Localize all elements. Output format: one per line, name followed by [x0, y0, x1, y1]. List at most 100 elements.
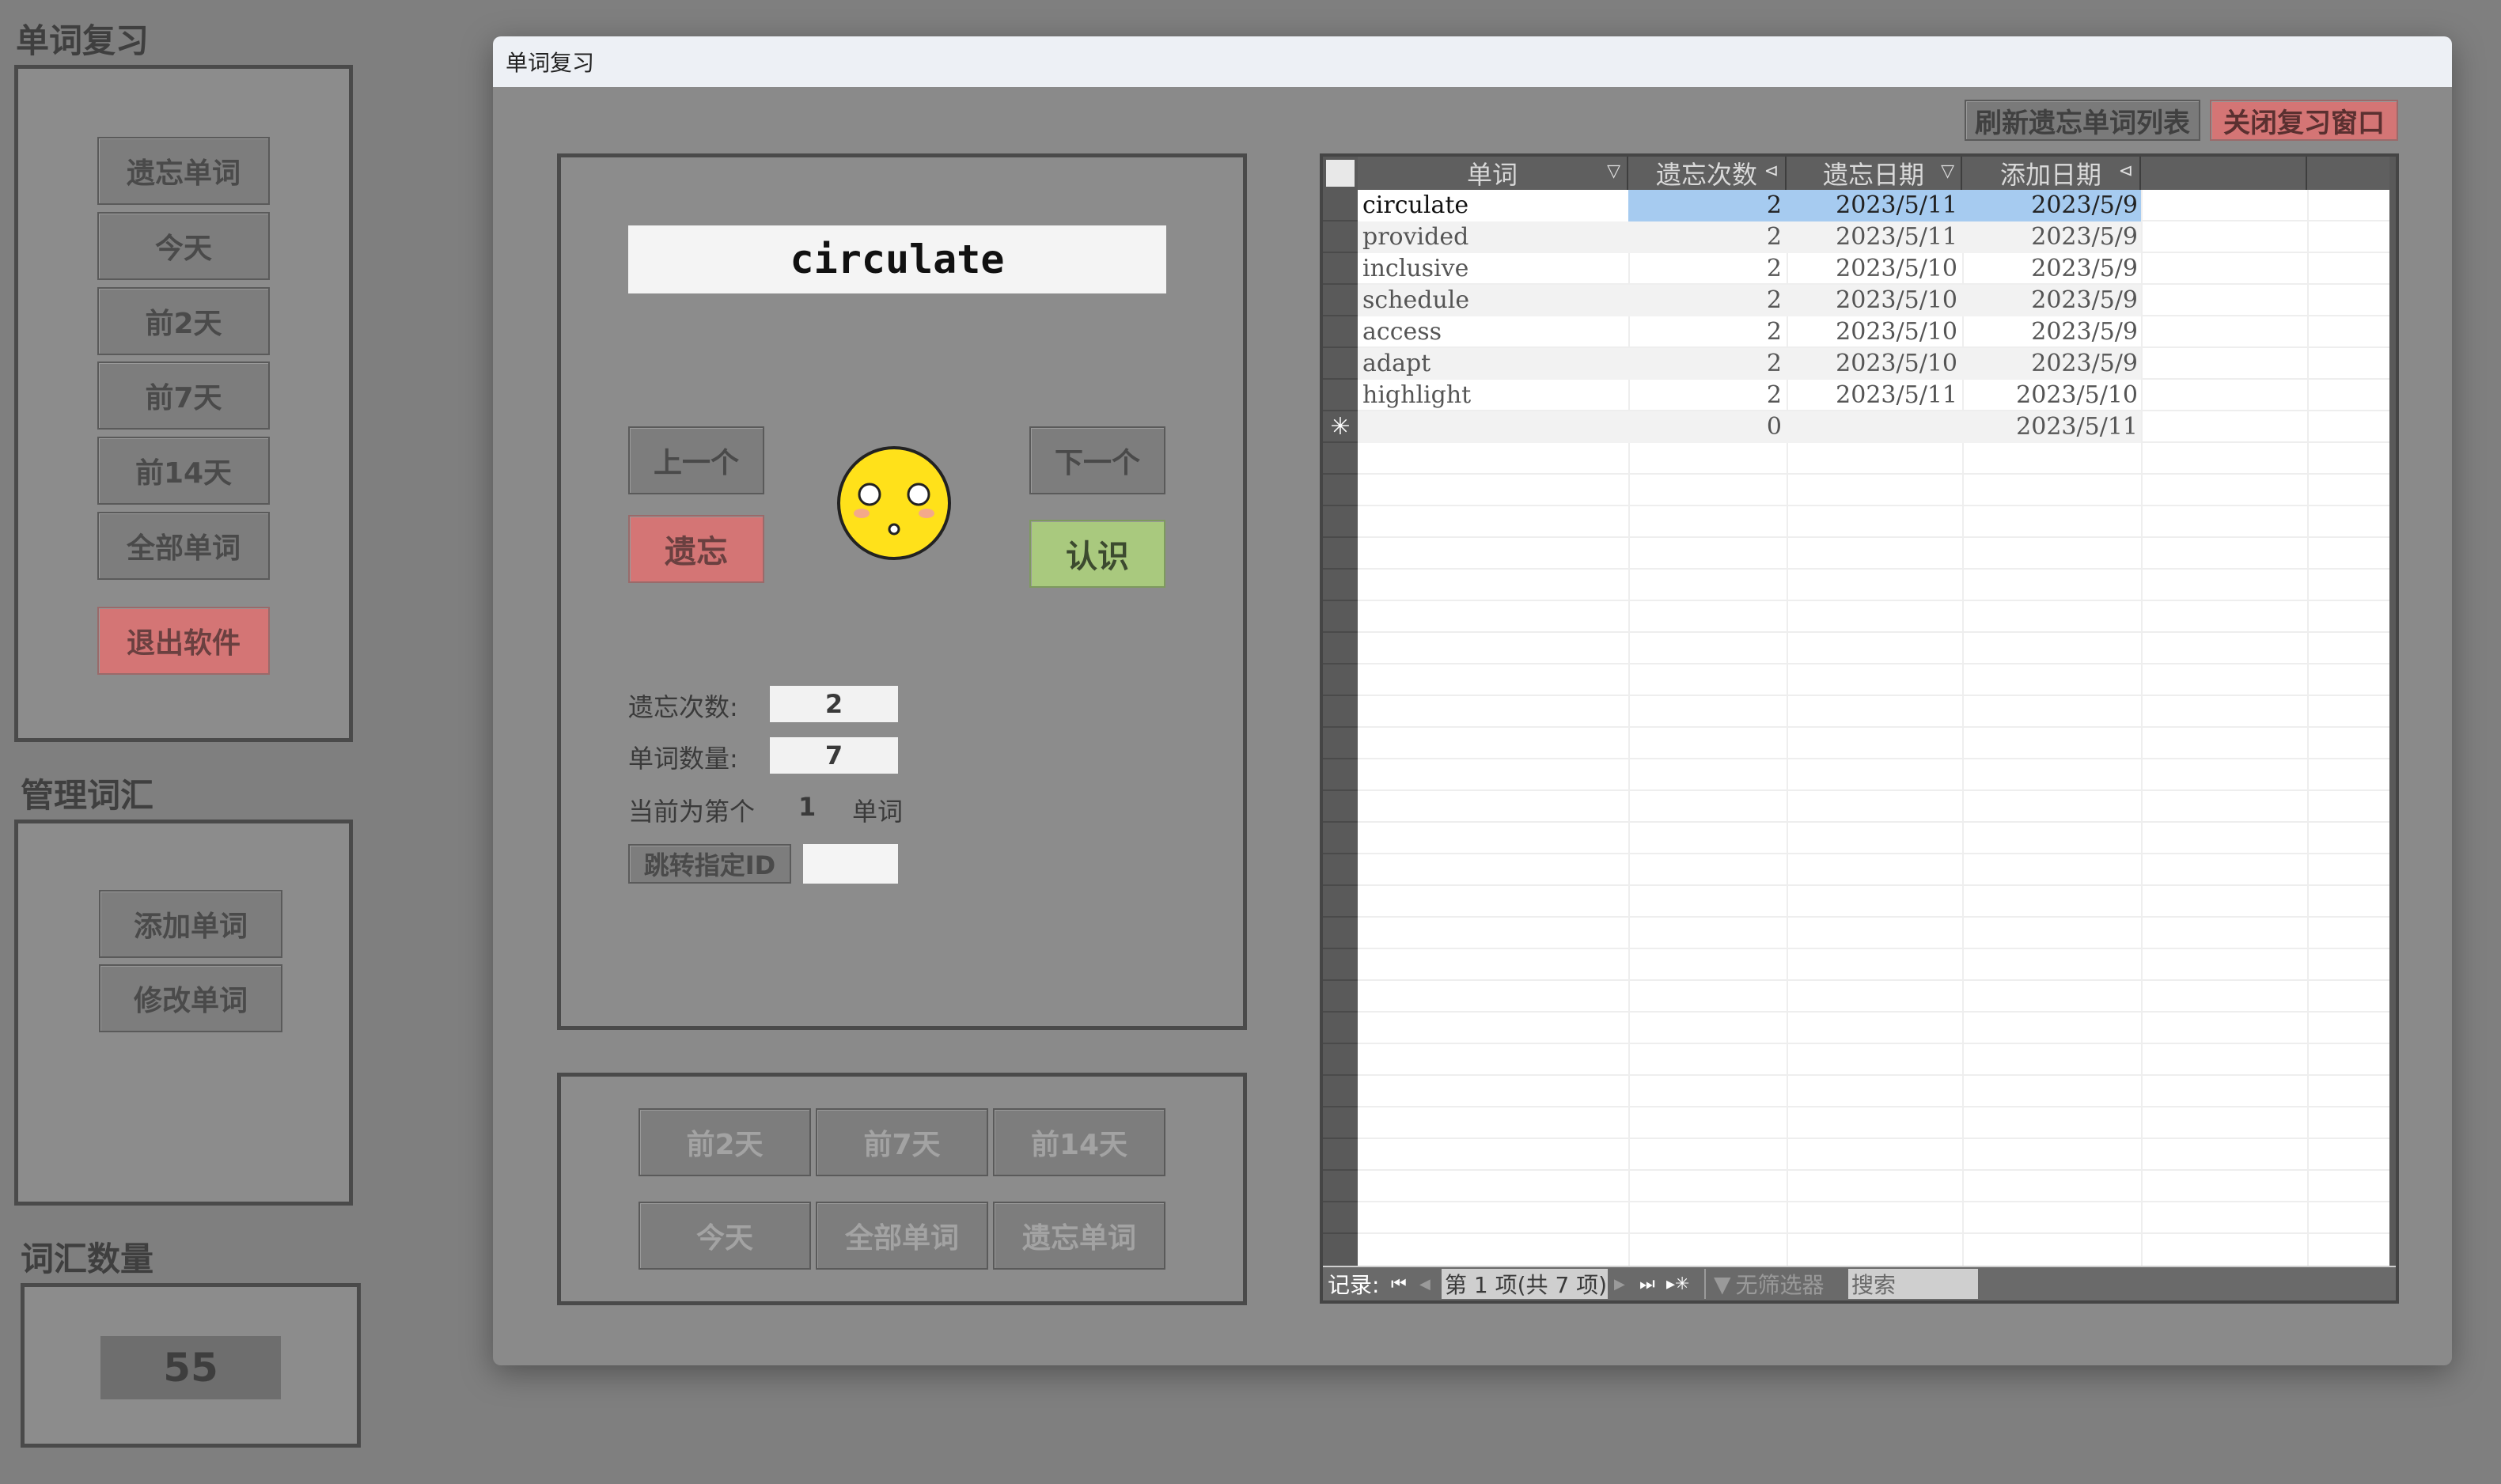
next-word-button[interactable]: 下一个: [1029, 426, 1165, 494]
close-review-window-button[interactable]: 关闭复习窗口: [2210, 100, 2398, 141]
jump-id-input[interactable]: [803, 844, 898, 884]
cell-forget-date[interactable]: 2023/5/11: [1787, 380, 1962, 411]
table-row[interactable]: inclusive 2 2023/5/10 2023/5/9: [1358, 253, 2141, 285]
column-header-forget-date[interactable]: 遗忘日期 ▽: [1787, 157, 1962, 190]
table-row[interactable]: circulate 2 2023/5/11 2023/5/9: [1358, 190, 2141, 221]
cell-add-date[interactable]: 2023/5/9: [1962, 253, 2141, 285]
sort-dropdown-icon[interactable]: ▽: [1941, 161, 1954, 181]
row-selector[interactable]: [1323, 981, 1358, 1013]
filter-applied-icon[interactable]: ⊲: [1764, 161, 1779, 181]
no-filter-indicator[interactable]: ▼ 无筛选器: [1704, 1269, 1850, 1299]
new-record-row[interactable]: 0 2023/5/11: [1358, 411, 2141, 443]
forget-button[interactable]: 遗忘: [628, 515, 764, 583]
cell-add-date[interactable]: 2023/5/10: [1962, 380, 2141, 411]
row-selector[interactable]: [1323, 506, 1358, 538]
record-position[interactable]: 第 1 项(共 7 项): [1442, 1269, 1608, 1299]
row-selector[interactable]: [1323, 1013, 1358, 1044]
cell-forget-date[interactable]: 2023/5/10: [1787, 253, 1962, 285]
row-selector[interactable]: [1323, 886, 1358, 918]
column-header-forget-count[interactable]: 遗忘次数 ⊲: [1628, 157, 1787, 190]
table-row[interactable]: highlight 2 2023/5/11 2023/5/10: [1358, 380, 2141, 411]
next-record-icon[interactable]: ▶: [1614, 1269, 1625, 1299]
filter-past-2-days-button[interactable]: 前2天: [639, 1108, 811, 1176]
row-selector[interactable]: [1323, 759, 1358, 791]
row-selector[interactable]: [1323, 221, 1358, 253]
cell-add-date[interactable]: 2023/5/9: [1962, 285, 2141, 316]
sidebar-all-words-button[interactable]: 全部单词: [97, 512, 270, 580]
cell-word[interactable]: access: [1358, 316, 1628, 348]
cell-add-date[interactable]: 2023/5/11: [1962, 411, 2141, 443]
cell-forget-count[interactable]: 2: [1628, 253, 1787, 285]
cell-add-date[interactable]: 2023/5/9: [1962, 190, 2141, 221]
cell-add-date[interactable]: 2023/5/9: [1962, 316, 2141, 348]
row-selector[interactable]: [1323, 570, 1358, 601]
row-selector[interactable]: [1323, 538, 1358, 570]
row-selector[interactable]: [1323, 728, 1358, 759]
row-selector[interactable]: [1323, 1076, 1358, 1107]
row-selector[interactable]: [1323, 1107, 1358, 1139]
table-row[interactable]: access 2 2023/5/10 2023/5/9: [1358, 316, 2141, 348]
sidebar-past-2-days-button[interactable]: 前2天: [97, 287, 270, 355]
last-record-icon[interactable]: ⏭: [1639, 1269, 1655, 1299]
row-selector[interactable]: [1323, 380, 1358, 411]
row-selector[interactable]: [1323, 664, 1358, 696]
cell-forget-count[interactable]: 2: [1628, 348, 1787, 380]
sidebar-past-14-days-button[interactable]: 前14天: [97, 437, 270, 505]
cell-word[interactable]: adapt: [1358, 348, 1628, 380]
row-selector[interactable]: [1323, 696, 1358, 728]
cell-add-date[interactable]: 2023/5/9: [1962, 221, 2141, 253]
refresh-forgotten-list-button[interactable]: 刷新遗忘单词列表: [1965, 100, 2200, 141]
filter-applied-icon[interactable]: ⊲: [2119, 161, 2133, 181]
new-record-marker-icon[interactable]: ✳: [1323, 411, 1358, 443]
row-selector[interactable]: [1323, 1171, 1358, 1202]
row-selector[interactable]: [1323, 949, 1358, 981]
cell-forget-date[interactable]: 2023/5/11: [1787, 190, 1962, 221]
jump-to-id-button[interactable]: 跳转指定ID: [628, 844, 791, 884]
new-record-icon[interactable]: ▸✳: [1666, 1269, 1689, 1299]
sort-dropdown-icon[interactable]: ▽: [1607, 161, 1620, 181]
cell-forget-count[interactable]: 0: [1628, 411, 1787, 443]
cell-forget-date[interactable]: 2023/5/10: [1787, 285, 1962, 316]
row-selector[interactable]: [1323, 633, 1358, 664]
filter-past-7-days-button[interactable]: 前7天: [816, 1108, 988, 1176]
row-selector[interactable]: [1323, 285, 1358, 316]
cell-word[interactable]: inclusive: [1358, 253, 1628, 285]
cell-forget-count[interactable]: 2: [1628, 190, 1787, 221]
table-row[interactable]: adapt 2 2023/5/10 2023/5/9: [1358, 348, 2141, 380]
word-datasheet[interactable]: 单词 ▽ 遗忘次数 ⊲ 遗忘日期 ▽ 添加日期 ⊲ ✳ circulate 2 2023/5/…: [1320, 153, 2399, 1304]
filter-all-words-button[interactable]: 全部单词: [816, 1202, 988, 1270]
exit-app-button[interactable]: 退出软件: [97, 607, 270, 675]
row-selector[interactable]: [1323, 348, 1358, 380]
sidebar-today-button[interactable]: 今天: [97, 212, 270, 280]
cell-forget-count[interactable]: 2: [1628, 380, 1787, 411]
row-selector[interactable]: [1323, 1202, 1358, 1234]
cell-forget-date[interactable]: 2023/5/10: [1787, 348, 1962, 380]
cell-forget-date[interactable]: 2023/5/10: [1787, 316, 1962, 348]
column-header-word[interactable]: 单词 ▽: [1358, 157, 1628, 190]
filter-today-button[interactable]: 今天: [639, 1202, 811, 1270]
prev-record-icon[interactable]: ◀: [1419, 1269, 1430, 1299]
search-input[interactable]: 搜索: [1848, 1269, 1978, 1299]
row-selector[interactable]: [1323, 1139, 1358, 1171]
prev-word-button[interactable]: 上一个: [628, 426, 764, 494]
cell-word[interactable]: circulate: [1358, 190, 1628, 221]
filter-forgotten-words-button[interactable]: 遗忘单词: [993, 1202, 1165, 1270]
row-selector[interactable]: [1323, 918, 1358, 949]
row-selector[interactable]: [1323, 443, 1358, 475]
row-selector[interactable]: [1323, 253, 1358, 285]
row-selector[interactable]: [1323, 475, 1358, 506]
first-record-icon[interactable]: ⏮: [1391, 1269, 1407, 1299]
cell-forget-count[interactable]: 2: [1628, 221, 1787, 253]
sidebar-past-7-days-button[interactable]: 前7天: [97, 362, 270, 430]
cell-word[interactable]: highlight: [1358, 380, 1628, 411]
select-all-corner[interactable]: [1326, 160, 1355, 187]
row-selector[interactable]: [1323, 316, 1358, 348]
row-selector[interactable]: [1323, 854, 1358, 886]
know-button[interactable]: 认识: [1029, 520, 1165, 588]
sidebar-forgotten-words-button[interactable]: 遗忘单词: [97, 137, 270, 205]
column-header-add-date[interactable]: 添加日期 ⊲: [1962, 157, 2141, 190]
row-selector[interactable]: [1323, 1044, 1358, 1076]
cell-word[interactable]: schedule: [1358, 285, 1628, 316]
edit-word-button[interactable]: 修改单词: [99, 964, 282, 1032]
filter-past-14-days-button[interactable]: 前14天: [993, 1108, 1165, 1176]
